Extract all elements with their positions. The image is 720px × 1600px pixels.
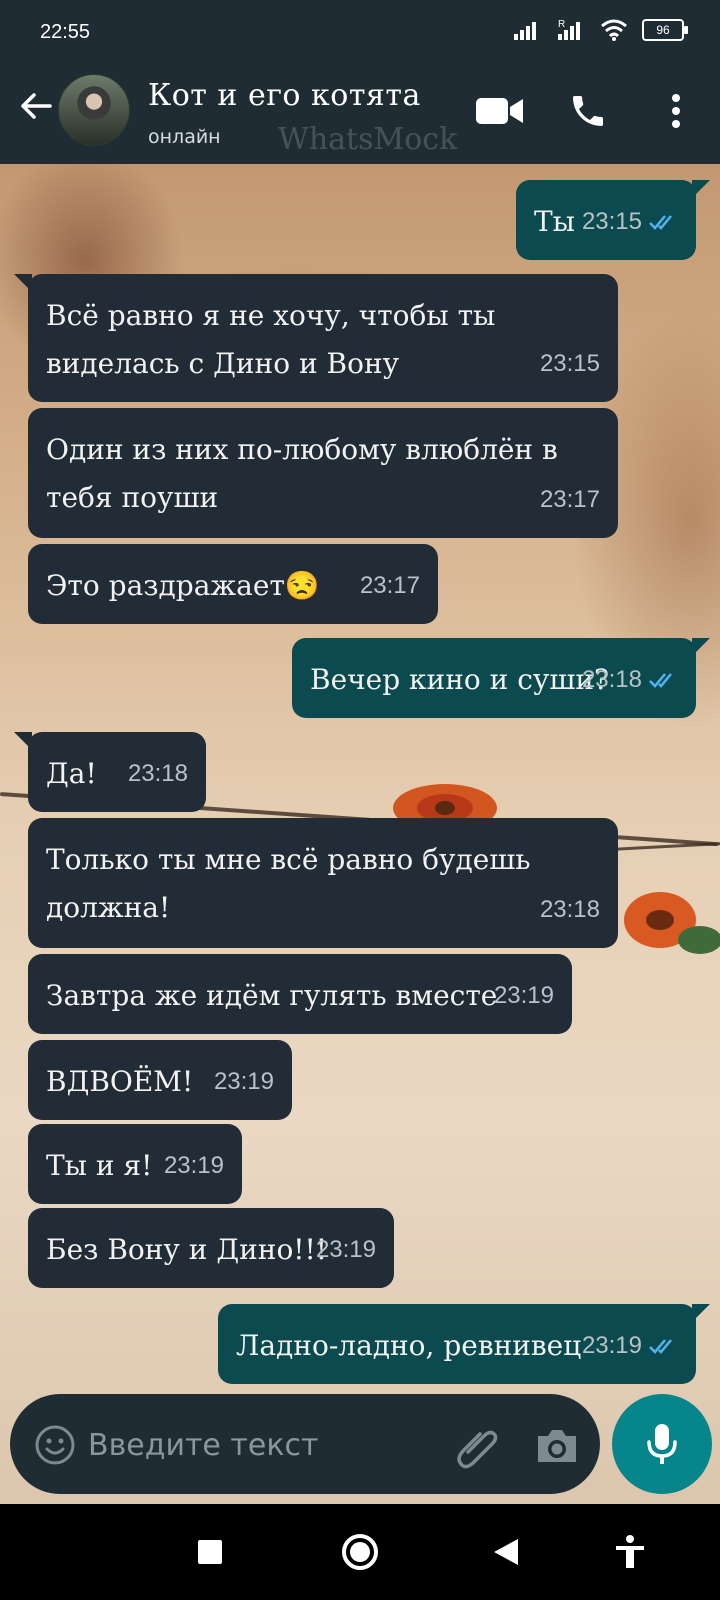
message-text: Всё равно я не хочу, чтобы ты виделась с…: [46, 299, 496, 380]
home-button[interactable]: [336, 1528, 384, 1576]
message-bubble-incoming[interactable]: Да! 23:18: [14, 732, 206, 812]
signal-icon: [514, 22, 536, 40]
message-meta: 23:15: [540, 340, 600, 388]
home-circle-icon: [342, 1534, 378, 1570]
message-text: Ты и я!: [46, 1149, 153, 1182]
message-text: Без Вону и Дино!!!: [46, 1233, 328, 1266]
message-meta: 23:19: [214, 1058, 274, 1106]
message-bubble-incoming[interactable]: Всё равно я не хочу, чтобы ты виделась с…: [14, 274, 618, 402]
message-bubble-incoming[interactable]: ВДВОЁМ! 23:19: [28, 1040, 292, 1120]
double-check-icon: [649, 673, 672, 688]
wifi-icon: [601, 19, 627, 41]
video-camera-icon: [476, 98, 523, 124]
message-bubble-incoming[interactable]: Только ты мне всё равно будешь должна! 2…: [28, 818, 618, 948]
accessibility-button[interactable]: [606, 1528, 654, 1576]
message-time: 23:18: [127, 760, 188, 787]
message-meta: 23:19: [582, 1322, 678, 1370]
message-text: Вечер кино и суши?: [310, 663, 610, 696]
paperclip-icon[interactable]: [454, 1422, 504, 1470]
chat-title[interactable]: Кот и его котята: [148, 78, 421, 113]
voice-call-button[interactable]: [562, 88, 614, 134]
battery-icon: 96: [642, 19, 688, 41]
message-text: Только ты мне всё равно будешь должна!: [46, 843, 531, 924]
wallpaper-flower: [624, 892, 720, 954]
message-meta: 23:18: [540, 886, 600, 934]
message-meta: 23:18: [128, 750, 188, 798]
status-time: 22:55: [40, 21, 91, 43]
phone-icon: [573, 96, 603, 126]
message-meta: 23:19: [316, 1226, 376, 1274]
camera-icon[interactable]: [532, 1422, 582, 1470]
message-meta: 23:19: [494, 972, 554, 1020]
microphone-button[interactable]: [612, 1394, 712, 1494]
chat-status: онлайн: [148, 126, 221, 148]
message-time: 23:15: [581, 208, 642, 235]
battery-level: 96: [656, 23, 670, 37]
message-time: 23:17: [359, 572, 420, 599]
message-bubble-incoming[interactable]: Ты и я! 23:19: [28, 1124, 242, 1204]
accessibility-icon: [616, 1535, 644, 1568]
status-bar: 22:55 R 96: [0, 0, 720, 56]
message-text: Да!: [46, 757, 97, 790]
message-text: Один из них по-любому влюблён в тебя поу…: [46, 433, 558, 514]
message-bubble-incoming[interactable]: Это раздражает😒 23:17: [28, 544, 438, 624]
message-meta: 23:18: [582, 656, 678, 704]
message-text: Ладно-ладно, ревнивец: [236, 1329, 582, 1362]
watermark: WhatsMock: [278, 122, 458, 157]
message-meta: 23:17: [540, 476, 600, 524]
svg-text:R: R: [558, 19, 565, 30]
message-bubble-outgoing[interactable]: Вечер кино и суши? 23:18: [292, 638, 710, 718]
message-text: Ты: [534, 205, 575, 238]
message-time: 23:17: [539, 486, 600, 513]
chat-header: Кот и его котята онлайн WhatsMock: [0, 56, 720, 164]
message-meta: 23:15: [582, 198, 678, 246]
message-bubble-incoming[interactable]: Завтра же идём гулять вместе 23:19: [28, 954, 572, 1034]
avatar[interactable]: [58, 74, 130, 146]
message-meta: 23:17: [360, 562, 420, 610]
system-navigation-bar: [0, 1504, 720, 1600]
message-text: ВДВОЁМ!: [46, 1065, 194, 1098]
arrow-left-icon[interactable]: [16, 86, 56, 126]
message-composer: [10, 1394, 600, 1494]
message-time: 23:18: [581, 666, 642, 693]
message-input[interactable]: [86, 1418, 430, 1472]
message-time: 23:19: [213, 1068, 274, 1095]
message-time: 23:18: [539, 896, 600, 923]
recent-apps-button[interactable]: [186, 1528, 234, 1576]
signal-roaming-icon: R: [558, 19, 580, 40]
microphone-icon: [647, 1424, 677, 1464]
emoji-icon[interactable]: [34, 1424, 76, 1466]
double-check-icon: [649, 215, 672, 230]
message-time: 23:19: [493, 982, 554, 1009]
more-vertical-icon: [672, 94, 680, 128]
message-bubble-incoming[interactable]: Один из них по-любому влюблён в тебя поу…: [28, 408, 618, 538]
status-icons: R 96: [514, 18, 688, 42]
back-button[interactable]: [482, 1528, 530, 1576]
message-time: 23:19: [163, 1152, 224, 1179]
more-options-button[interactable]: [650, 88, 702, 134]
message-time: 23:15: [539, 350, 600, 377]
message-meta: 23:19: [164, 1142, 224, 1190]
message-bubble-outgoing[interactable]: Ладно-ладно, ревнивец 23:19: [218, 1304, 710, 1384]
square-icon: [198, 1540, 222, 1564]
double-check-icon: [649, 1339, 672, 1354]
triangle-back-icon: [494, 1539, 518, 1565]
message-bubble-outgoing[interactable]: Ты 23:15: [516, 180, 710, 260]
message-bubble-incoming[interactable]: Без Вону и Дино!!! 23:19: [28, 1208, 394, 1288]
message-text: Это раздражает😒: [46, 569, 320, 602]
video-call-button[interactable]: [474, 88, 526, 134]
message-text: Завтра же идём гулять вместе: [46, 979, 498, 1012]
message-time: 23:19: [581, 1332, 642, 1359]
message-time: 23:19: [315, 1236, 376, 1263]
